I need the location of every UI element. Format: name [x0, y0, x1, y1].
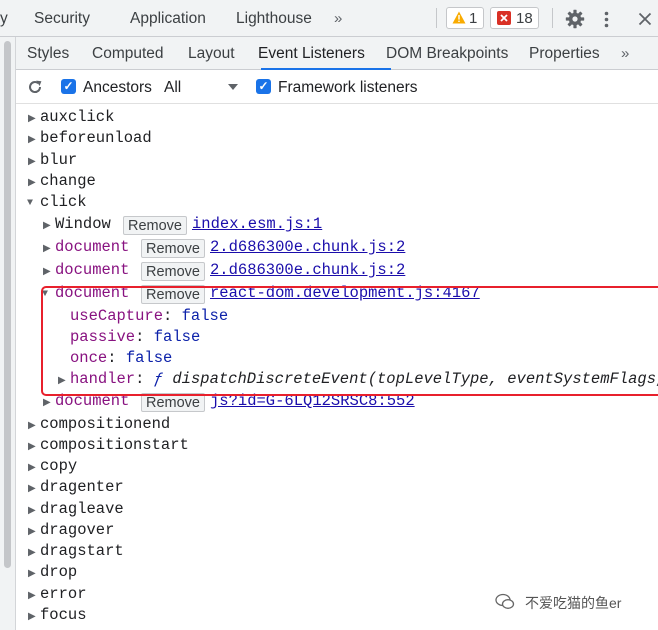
event-compositionend[interactable]: compositionend — [40, 415, 170, 433]
more-sidebar-tabs-icon[interactable]: » — [621, 45, 629, 62]
event-error[interactable]: error — [40, 585, 87, 603]
warnings-badge[interactable]: 1 — [446, 7, 484, 29]
expand-arrow-icon[interactable]: ▶ — [28, 462, 36, 474]
event-beforeunload[interactable]: beforeunload — [40, 129, 152, 147]
divider — [552, 8, 553, 28]
tab-computed[interactable]: Computed — [92, 45, 164, 63]
expand-arrow-icon[interactable]: ▶ — [28, 526, 36, 538]
expand-arrow-icon[interactable]: ▶ — [43, 266, 51, 278]
event-drop[interactable]: drop — [40, 563, 77, 581]
listener-filter-select[interactable]: All — [164, 79, 181, 97]
expand-arrow-icon[interactable]: ▶ — [28, 134, 36, 146]
expand-arrow-icon[interactable]: ▶ — [28, 177, 36, 189]
settings-gear-icon[interactable] — [565, 9, 585, 29]
expand-arrow-icon[interactable]: ▶ — [43, 220, 51, 232]
close-icon[interactable] — [638, 12, 652, 26]
framework-listeners-checkbox[interactable]: ✓ — [256, 79, 271, 94]
highlight-annotation-box — [41, 286, 658, 396]
divider — [436, 8, 437, 28]
event-dragleave[interactable]: dragleave — [40, 500, 124, 518]
more-options-icon[interactable] — [604, 11, 609, 28]
tab-properties[interactable]: Properties — [529, 45, 600, 63]
listener-source-link[interactable]: index.esm.js:1 — [192, 215, 322, 233]
remove-button[interactable]: Remove — [141, 239, 205, 258]
expand-arrow-icon[interactable]: ▶ — [28, 568, 36, 580]
warning-icon — [452, 11, 466, 24]
expand-arrow-icon[interactable]: ▶ — [28, 590, 36, 602]
left-panel-edge — [0, 37, 16, 630]
listener-source-link[interactable]: 2.d686300e.chunk.js:2 — [210, 238, 405, 256]
framework-listeners-label: Framework listeners — [278, 79, 418, 96]
errors-count: 18 — [516, 10, 533, 27]
warnings-count: 1 — [469, 10, 478, 27]
error-icon — [497, 11, 511, 25]
listener-target[interactable]: Window — [55, 215, 111, 233]
expand-arrow-icon[interactable]: ▶ — [28, 505, 36, 517]
chevron-down-icon[interactable] — [228, 84, 238, 91]
errors-badge[interactable]: 18 — [490, 7, 539, 29]
wechat-icon — [495, 593, 515, 609]
remove-button[interactable]: Remove — [123, 216, 187, 235]
tab-lighthouse[interactable]: Lighthouse — [236, 10, 312, 28]
collapse-arrow-icon[interactable]: ▼ — [27, 198, 33, 209]
expand-arrow-icon[interactable]: ▶ — [43, 243, 51, 255]
tab-styles[interactable]: Styles — [27, 45, 69, 63]
tab-application[interactable]: Application — [130, 10, 206, 28]
expand-arrow-icon[interactable]: ▶ — [43, 397, 51, 409]
expand-arrow-icon[interactable]: ▶ — [28, 611, 36, 623]
watermark-text: 不爱吃猫的鱼er — [525, 595, 622, 611]
event-compositionstart[interactable]: compositionstart — [40, 436, 189, 454]
tab-partial[interactable]: y — [0, 10, 8, 28]
tab-security[interactable]: Security — [34, 10, 90, 28]
expand-arrow-icon[interactable]: ▶ — [28, 420, 36, 432]
event-blur[interactable]: blur — [40, 151, 77, 169]
tab-event-listeners[interactable]: Event Listeners — [258, 45, 365, 63]
event-listeners-toolbar: ✓ Ancestors All ✓ Framework listeners — [16, 70, 658, 104]
listener-source-link[interactable]: 2.d686300e.chunk.js:2 — [210, 261, 405, 279]
expand-arrow-icon[interactable]: ▶ — [28, 156, 36, 168]
ancestors-checkbox[interactable]: ✓ — [61, 79, 76, 94]
event-copy[interactable]: copy — [40, 457, 77, 475]
event-dragenter[interactable]: dragenter — [40, 478, 124, 496]
tab-layout[interactable]: Layout — [188, 45, 235, 63]
event-change[interactable]: change — [40, 172, 96, 190]
expand-arrow-icon[interactable]: ▶ — [28, 113, 36, 125]
event-focus[interactable]: focus — [40, 606, 87, 624]
ancestors-label: Ancestors — [83, 79, 152, 96]
event-click[interactable]: click — [40, 193, 87, 211]
listener-target[interactable]: document — [55, 238, 129, 256]
event-dragstart[interactable]: dragstart — [40, 542, 124, 560]
expand-arrow-icon[interactable]: ▶ — [28, 441, 36, 453]
listener-target[interactable]: document — [55, 261, 129, 279]
vertical-scrollbar[interactable] — [4, 41, 11, 568]
refresh-icon[interactable] — [27, 79, 43, 95]
event-dragover[interactable]: dragover — [40, 521, 114, 539]
remove-button[interactable]: Remove — [141, 262, 205, 281]
event-auxclick[interactable]: auxclick — [40, 108, 114, 126]
sidebar-tabbar: Styles Computed Layout Event Listeners D… — [16, 37, 658, 70]
expand-arrow-icon[interactable]: ▶ — [28, 547, 36, 559]
expand-arrow-icon[interactable]: ▶ — [28, 483, 36, 495]
more-tabs-icon[interactable]: » — [334, 10, 342, 27]
devtools-main-tabbar: y Security Application Lighthouse » 1 18 — [0, 0, 658, 37]
tab-dom-breakpoints[interactable]: DOM Breakpoints — [386, 45, 508, 63]
